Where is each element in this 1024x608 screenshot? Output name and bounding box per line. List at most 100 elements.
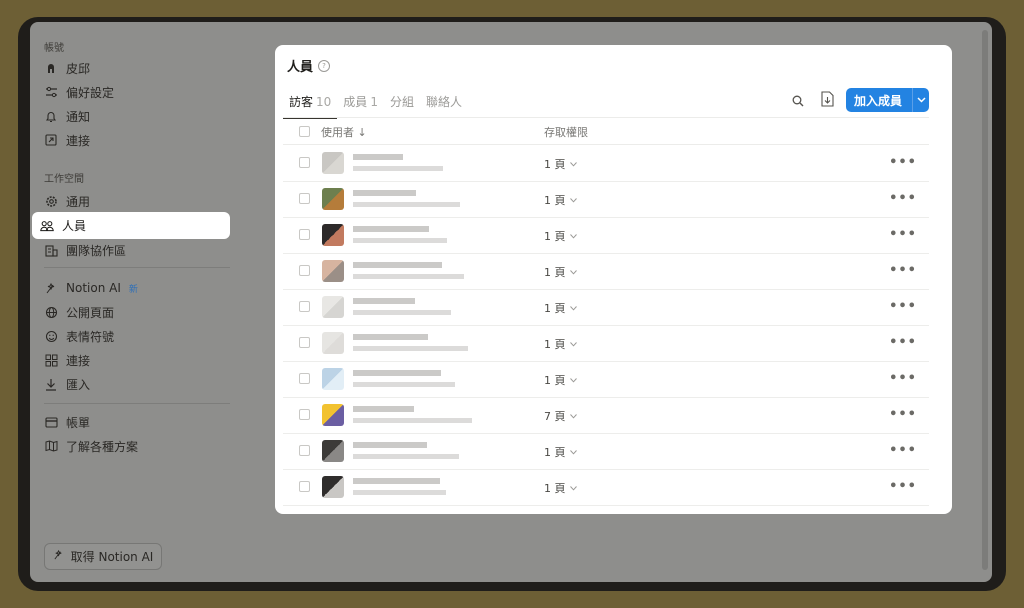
get-notion-ai-button[interactable]: 取得 Notion AI (44, 543, 162, 570)
sidebar-item-notion-ai[interactable]: Notion AI 新 (36, 276, 228, 300)
access-dropdown[interactable]: 1 頁 (544, 192, 577, 208)
sidebar-item-label: Notion AI (66, 281, 121, 295)
sidebar-item-label: 公開頁面 (66, 305, 115, 320)
avatar (322, 260, 344, 282)
access-dropdown[interactable]: 7 頁 (544, 408, 577, 424)
external-link-icon (44, 133, 58, 147)
more-options-icon[interactable]: ••• (889, 191, 917, 206)
sliders-icon (44, 85, 58, 99)
table-row[interactable]: 1 頁 ••• (283, 145, 929, 182)
table-row[interactable]: 1 頁 ••• (283, 433, 929, 470)
more-options-icon[interactable]: ••• (889, 335, 917, 350)
more-options-icon[interactable]: ••• (889, 479, 917, 494)
tab-label: 分組 (389, 95, 414, 109)
tab-count: 10 (316, 95, 332, 109)
row-checkbox[interactable] (299, 301, 310, 312)
row-checkbox[interactable] (299, 157, 310, 168)
map-icon (44, 439, 58, 453)
more-options-icon[interactable]: ••• (889, 227, 917, 242)
user-name-redacted (353, 154, 403, 160)
row-checkbox[interactable] (299, 265, 310, 276)
access-dropdown[interactable]: 1 頁 (544, 372, 577, 388)
sidebar-item-general[interactable]: 通用 (36, 189, 228, 213)
avatar (322, 332, 344, 354)
scrollbar[interactable] (982, 30, 988, 570)
gear-icon (44, 194, 58, 208)
more-options-icon[interactable]: ••• (889, 155, 917, 170)
tab-groups[interactable]: 分組 (384, 91, 420, 118)
tab-label: 聯絡人 (425, 95, 462, 109)
chevron-down-icon[interactable] (913, 97, 929, 103)
avatar (322, 152, 344, 174)
user-name-redacted (353, 478, 440, 484)
select-all-checkbox[interactable] (299, 126, 310, 137)
access-dropdown[interactable]: 1 頁 (544, 300, 577, 316)
sidebar-item-preferences[interactable]: 偏好設定 (36, 80, 228, 104)
sidebar-item-teamspaces[interactable]: 團隊協作區 (36, 238, 228, 262)
table-row[interactable]: 1 頁 ••• (283, 325, 929, 362)
sidebar-item-profile[interactable]: 皮邱 (36, 56, 228, 80)
table-row[interactable]: 1 頁 ••• (283, 289, 929, 326)
row-checkbox[interactable] (299, 229, 310, 240)
tab-members[interactable]: 成員 1 (337, 91, 384, 118)
access-dropdown[interactable]: 1 頁 (544, 156, 577, 172)
sidebar-item-public-pages[interactable]: 公開頁面 (36, 300, 228, 324)
sidebar-item-label: 了解各種方案 (66, 439, 139, 454)
table-row[interactable]: 1 頁 ••• (283, 469, 929, 506)
sidebar-item-billing[interactable]: 帳單 (36, 410, 228, 434)
sidebar-item-label: 帳單 (66, 415, 91, 430)
access-dropdown[interactable]: 1 頁 (544, 480, 577, 496)
more-options-icon[interactable]: ••• (889, 299, 917, 314)
access-dropdown[interactable]: 1 頁 (544, 336, 577, 352)
ai-icon (44, 281, 58, 295)
sidebar-item-notifications[interactable]: 通知 (36, 104, 228, 128)
tab-guests[interactable]: 訪客 10 (283, 91, 338, 119)
row-checkbox[interactable] (299, 481, 310, 492)
sidebar-item-label: 通用 (66, 194, 91, 209)
table-row[interactable]: 1 頁 ••• (283, 361, 929, 398)
user-icon (44, 61, 58, 75)
table-row[interactable]: 7 頁 ••• (283, 397, 929, 434)
help-icon[interactable]: ? (318, 59, 331, 72)
row-checkbox[interactable] (299, 445, 310, 456)
sidebar-item-integrations[interactable]: 連接 (36, 348, 228, 372)
access-label: 1 頁 (544, 266, 566, 279)
settings-sidebar: 帳號 皮邱 偏好設定 通知 連接 工作空間 通用 人員 團隊協作區 Notion… (30, 22, 290, 582)
more-options-icon[interactable]: ••• (889, 263, 917, 278)
row-checkbox[interactable] (299, 193, 310, 204)
tab-label: 訪客 (289, 95, 314, 109)
download-icon (44, 377, 58, 391)
row-checkbox[interactable] (299, 373, 310, 384)
access-label: 1 頁 (544, 230, 566, 243)
sidebar-item-label: 連接 (66, 133, 91, 148)
add-member-button[interactable]: 加入成員 (846, 88, 929, 112)
sidebar-item-connections[interactable]: 連接 (36, 128, 228, 152)
export-button[interactable] (818, 91, 836, 110)
tab-contacts[interactable]: 聯絡人 (420, 91, 468, 118)
access-dropdown[interactable]: 1 頁 (544, 444, 577, 460)
table-row[interactable]: 1 頁 ••• (283, 253, 929, 290)
new-badge: 新 (128, 284, 138, 295)
chevron-down-icon (569, 485, 577, 491)
row-checkbox[interactable] (299, 337, 310, 348)
column-user-header[interactable]: 使用者 ↓ (321, 124, 367, 140)
account-section-label: 帳號 (44, 43, 64, 54)
access-dropdown[interactable]: 1 頁 (544, 264, 577, 280)
sidebar-item-emoji[interactable]: 表情符號 (36, 324, 228, 348)
avatar (322, 368, 344, 390)
user-name-redacted (353, 298, 415, 304)
search-icon (792, 92, 804, 111)
sidebar-item-plans[interactable]: 了解各種方案 (36, 434, 228, 458)
chevron-down-icon (569, 341, 577, 347)
sidebar-item-people[interactable]: 人員 (32, 212, 230, 239)
table-row[interactable]: 1 頁 ••• (283, 217, 929, 254)
more-options-icon[interactable]: ••• (889, 371, 917, 386)
row-checkbox[interactable] (299, 409, 310, 420)
table-row[interactable]: 1 頁 ••• (283, 181, 929, 218)
access-dropdown[interactable]: 1 頁 (544, 228, 577, 244)
sidebar-item-import[interactable]: 匯入 (36, 372, 228, 396)
more-options-icon[interactable]: ••• (889, 407, 917, 422)
sidebar-item-label: 通知 (66, 109, 91, 124)
search-button[interactable] (789, 92, 807, 110)
more-options-icon[interactable]: ••• (889, 443, 917, 458)
